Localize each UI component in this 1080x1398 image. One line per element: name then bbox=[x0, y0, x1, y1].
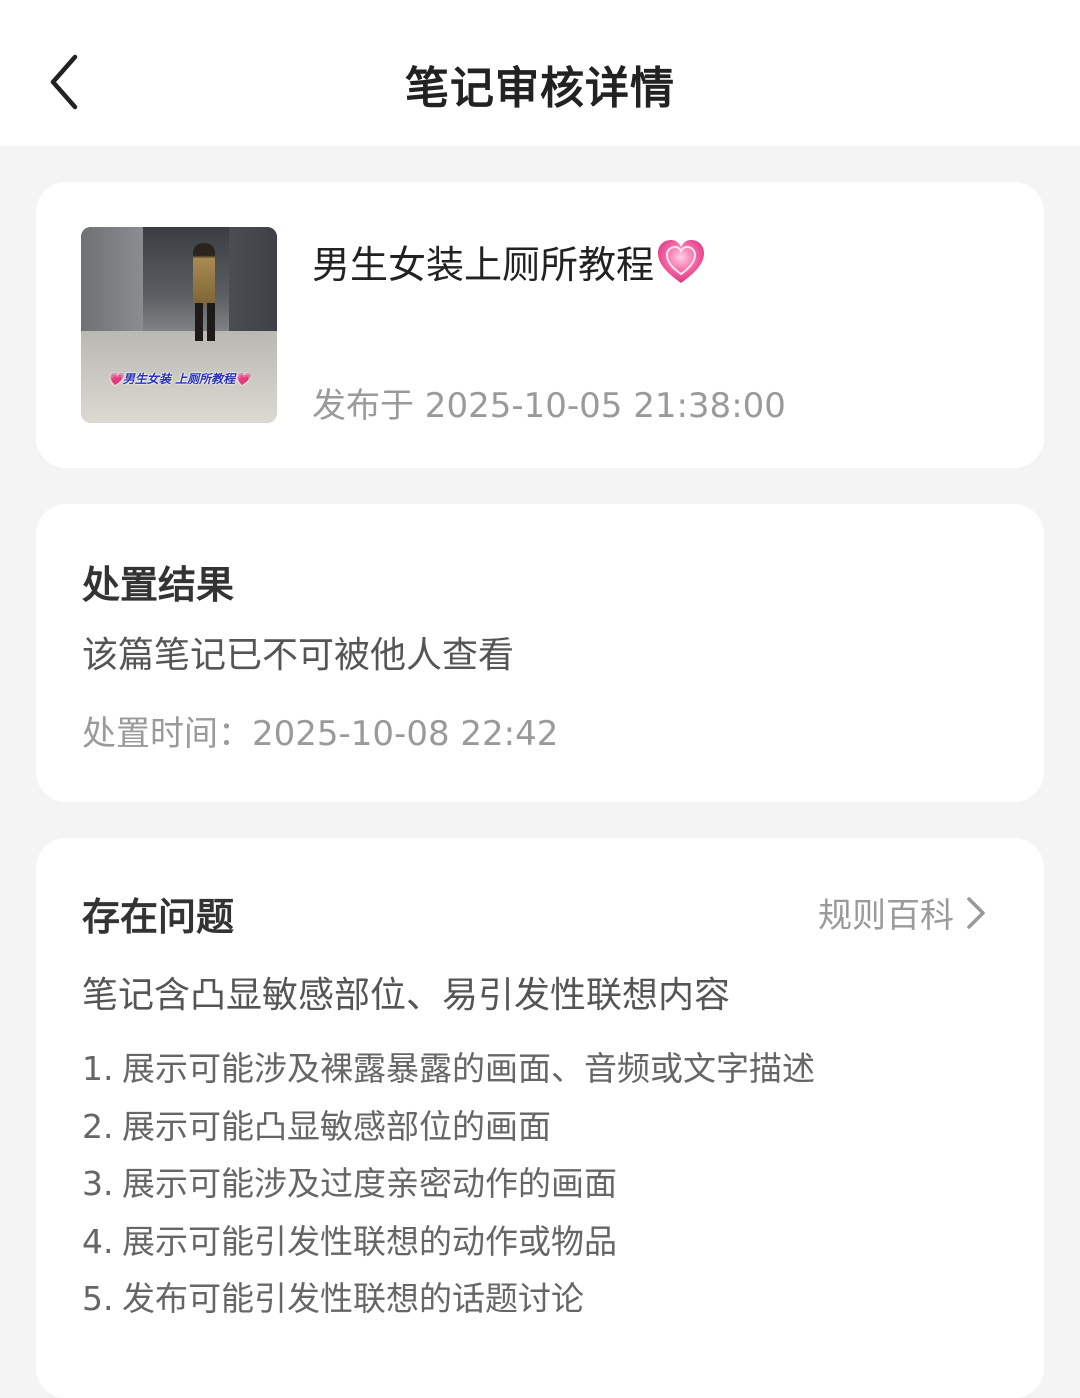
result-description: 该篇笔记已不可被他人查看 bbox=[82, 635, 515, 676]
list-item: 2. 展示可能凸显敏感部位的画面 bbox=[82, 1106, 551, 1146]
issue-list: 1. 展示可能涉及裸露暴露的画面、音频或文字描述 2. 展示可能凸显敏感部位的画面 … bbox=[82, 1048, 815, 1336]
result-heading: 处置结果 bbox=[82, 563, 235, 607]
rules-wiki-link[interactable]: 规则百科 bbox=[818, 888, 988, 937]
publish-time: 发布于 2025-10-05 21:38:00 bbox=[312, 386, 786, 426]
issue-heading: 存在问题 bbox=[82, 895, 235, 939]
thumbnail-caption: 💗男生女装 上厕所教程💗 bbox=[107, 371, 251, 386]
note-card[interactable]: 💗男生女装 上厕所教程💗 男生女装上厕所教程 发布于 2025-10-05 21… bbox=[36, 182, 1044, 468]
note-thumbnail[interactable]: 💗男生女装 上厕所教程💗 bbox=[81, 227, 277, 423]
list-item: 3. 展示可能涉及过度亲密动作的画面 bbox=[82, 1164, 617, 1204]
rules-wiki-label: 规则百科 bbox=[818, 896, 954, 936]
top-nav-bar: 笔记审核详情 bbox=[0, 0, 1080, 146]
page-title: 笔记审核详情 bbox=[405, 63, 675, 114]
note-title-text: 男生女装上厕所教程 bbox=[312, 243, 655, 287]
list-item: 5. 发布可能引发性联想的话题讨论 bbox=[82, 1279, 584, 1319]
list-item: 1. 展示可能涉及裸露暴露的画面、音频或文字描述 bbox=[82, 1049, 815, 1088]
chevron-right-icon bbox=[967, 896, 985, 929]
result-card: 处置结果 该篇笔记已不可被他人查看 处置时间：2025-10-08 22:42 bbox=[36, 504, 1044, 802]
issue-card: 存在问题 规则百科 笔记含凸显敏感部位、易引发性联想内容 1. 展示可能涉及裸露暴… bbox=[36, 838, 1044, 1398]
note-title: 男生女装上厕所教程 bbox=[312, 234, 706, 289]
list-item: 4. 展示可能引发性联想的动作或物品 bbox=[82, 1221, 617, 1261]
issue-summary: 笔记含凸显敏感部位、易引发性联想内容 bbox=[82, 975, 731, 1016]
growing-heart-icon bbox=[658, 239, 705, 283]
result-time: 处置时间：2025-10-08 22:42 bbox=[82, 714, 559, 754]
